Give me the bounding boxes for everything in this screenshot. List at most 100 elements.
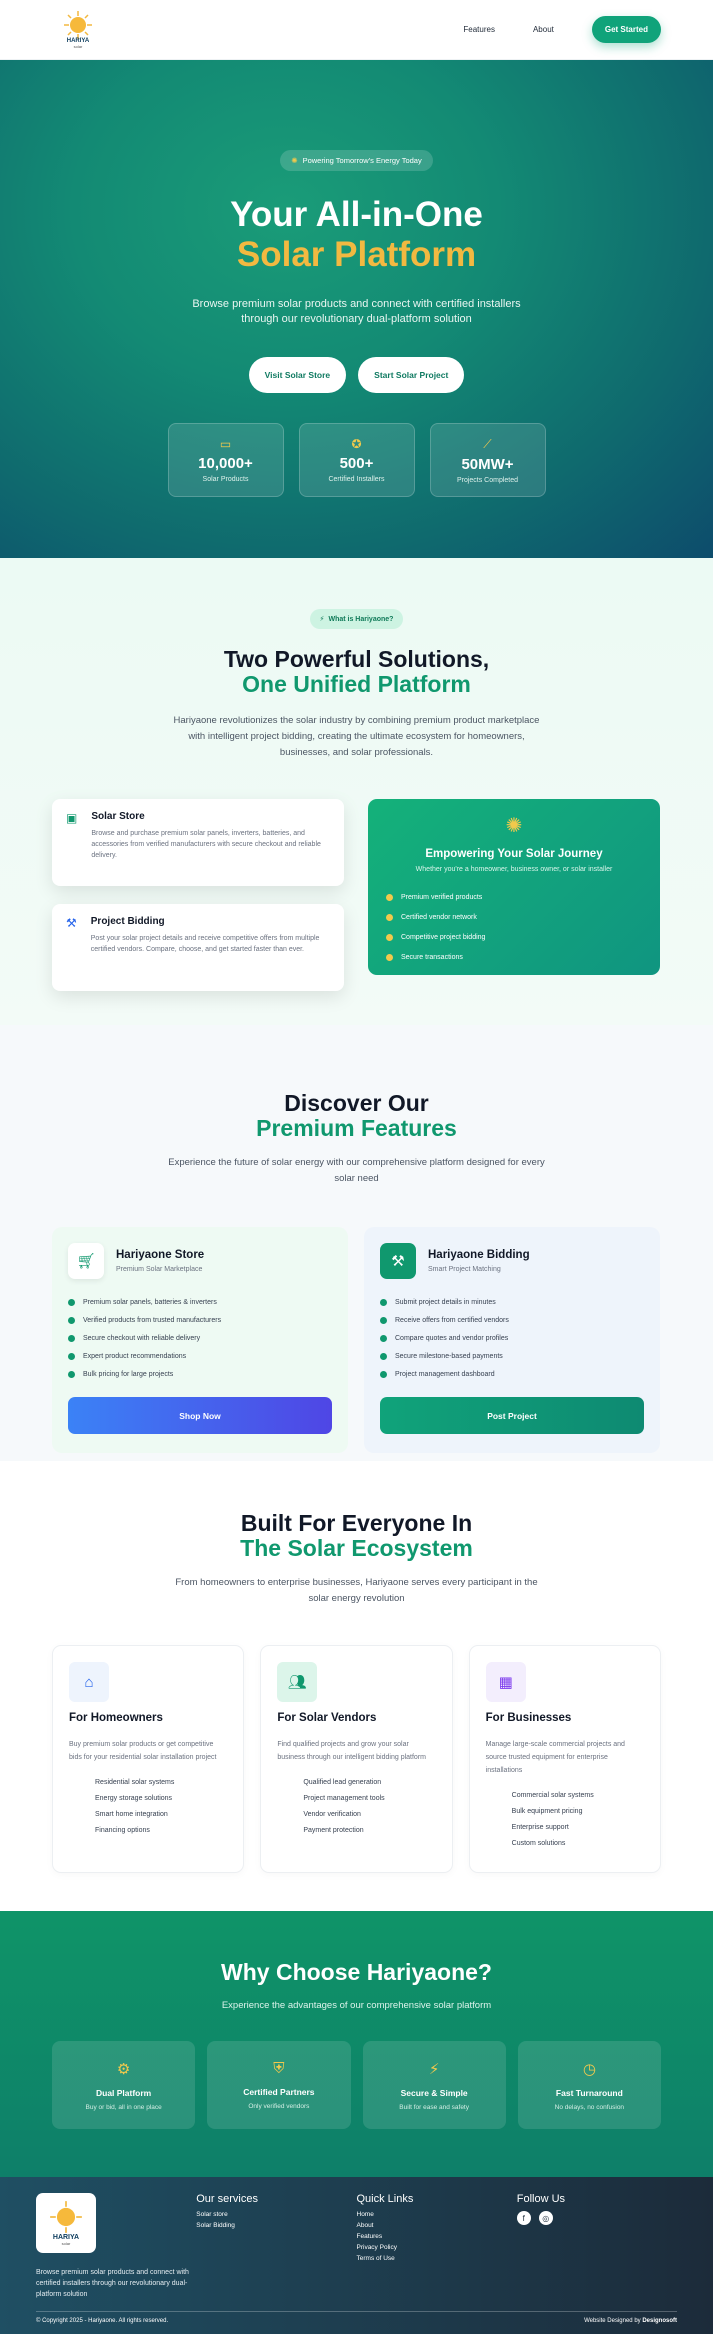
bolt-icon: ⚡ <box>428 2060 440 2078</box>
journey-subtitle: Whether you're a homeowner, business own… <box>415 866 613 873</box>
hero-pill: ✺ Powering Tomorrow's Energy Today <box>280 150 433 171</box>
list-item-text: Premium verified products <box>401 893 483 901</box>
section-title-line1: Two Powerful Solutions, <box>223 646 490 672</box>
project-bidding-card[interactable]: ⚒ Project Bidding Post your solar project … <box>52 904 344 991</box>
list-item: Enterprise support <box>511 1823 569 1831</box>
shop-now-button[interactable]: Shop Now <box>68 1397 332 1434</box>
journey-card: ✺ Empowering Your Solar Journey Whether … <box>368 799 660 975</box>
nav-features[interactable]: Features <box>463 25 495 34</box>
card-desc: Post your solar project details and rece… <box>90 935 320 953</box>
footer-logo[interactable]: HARIYA solar <box>36 2193 96 2253</box>
post-project-button[interactable]: Post Project <box>380 1397 644 1434</box>
footer-link-solar-bidding[interactable]: Solar Bidding <box>196 2222 356 2233</box>
stat-label: Solar Products <box>202 476 249 483</box>
footer-link-terms[interactable]: Terms of Use <box>357 2255 517 2266</box>
footer-brand-sub: solar <box>61 2241 71 2246</box>
features-section: Discover Our Premium Features Experience… <box>0 1025 713 1461</box>
check-icon <box>68 1316 75 1324</box>
section-title-line2: One Unified Platform <box>242 671 471 697</box>
clock-icon: ◷ <box>582 2060 596 2078</box>
why-card: ◷ Fast Turnaround No delays, no confusion <box>517 2041 661 2129</box>
section-subtitle: From homeowners to enterprise businesses… <box>175 1577 538 1604</box>
section-title-line2: Premium Features <box>256 1115 457 1141</box>
list-item: Competitive project bidding <box>386 927 642 947</box>
card-title: Certified Partners <box>243 2087 315 2097</box>
card-desc: Only verified vendors <box>248 2103 310 2110</box>
check-icon <box>68 1334 75 1342</box>
hero-stats: ▭ 10,000+ Solar Products ✪ 500+ Certified In… <box>0 423 713 497</box>
section-title-line1: Discover Our <box>284 1090 429 1116</box>
list-item: Custom solutions <box>511 1839 566 1847</box>
list-item: Project management tools <box>303 1794 385 1802</box>
hero-pill-text: Powering Tomorrow's Energy Today <box>302 156 422 165</box>
brand-sub: solar <box>73 44 83 49</box>
visit-store-button[interactable]: Visit Solar Store <box>248 357 347 393</box>
section-tag-text: What is Hariyaone? <box>328 615 394 623</box>
check-icon <box>380 1316 387 1324</box>
list-item-text: Premium solar panels, batteries & invert… <box>83 1298 217 1306</box>
card-title: For Businesses <box>485 1712 572 1724</box>
card-title: Solar Store <box>91 811 145 822</box>
solar-store-card[interactable]: ▣ Solar Store Browse and purchase premium … <box>52 799 344 886</box>
section-title-line1: Built For Everyone In <box>240 1510 473 1536</box>
card-desc: Manage large-scale commercial projects a… <box>485 1741 625 1774</box>
facebook-icon[interactable]: f <box>516 2211 531 2225</box>
nav-about[interactable]: About <box>533 25 554 34</box>
footer-link-solar-store[interactable]: Solar store <box>196 2211 356 2222</box>
list-item-text: Project management dashboard <box>395 1370 495 1378</box>
copyright: © Copyright 2025 - Hariyaone. All rights… <box>36 2318 169 2324</box>
card-title: For Solar Vendors <box>277 1712 377 1724</box>
list-item: Certified vendor network <box>386 907 642 927</box>
check-icon <box>380 1370 387 1378</box>
card-title: Dual Platform <box>95 2087 152 2098</box>
list-item: Bulk pricing for large projects <box>68 1365 332 1383</box>
check-icon <box>386 913 393 921</box>
main-nav: Features About Get Started <box>463 16 661 43</box>
list-item: Financing options <box>95 1826 150 1834</box>
get-started-button[interactable]: Get Started <box>591 16 661 43</box>
footer-link-home[interactable]: Home <box>357 2211 517 2222</box>
card-desc: Find qualified projects and grow your so… <box>277 1741 426 1761</box>
bolt-icon: ⚡ <box>319 616 325 623</box>
sun-icon: ✺ <box>291 156 298 165</box>
check-icon <box>386 893 393 901</box>
list-item: Expert product recommendations <box>68 1347 332 1365</box>
card-desc: Browse and purchase premium solar panels… <box>91 830 321 859</box>
card-title: Fast Turnaround <box>555 2087 623 2098</box>
users-icon: 👥︎ <box>277 1662 318 1702</box>
bidding-feature-card: ⚒ Hariyaone Bidding Smart Project Matching… <box>364 1227 660 1453</box>
instagram-icon[interactable]: ◎ <box>538 2211 553 2225</box>
sun-icon <box>64 11 92 39</box>
footer-link-features[interactable]: Features <box>357 2233 517 2244</box>
links-title: Quick Links <box>356 2193 414 2205</box>
list-item: Secure transactions <box>386 947 642 967</box>
shield-icon: ⛨ <box>273 2060 285 2077</box>
brand-logo[interactable]: HARIYA solar <box>58 10 98 49</box>
list-item-text: Competitive project bidding <box>401 933 486 941</box>
footer-link-about[interactable]: About <box>357 2222 517 2233</box>
list-item-text: Compare quotes and vendor profiles <box>395 1334 509 1342</box>
battery-icon: ▭ <box>219 437 232 451</box>
list-item-text: Submit project details in minutes <box>395 1298 496 1306</box>
list-item: Qualified lead generation <box>303 1778 382 1786</box>
check-icon <box>380 1352 387 1360</box>
list-item: Compare quotes and vendor profiles <box>380 1329 644 1347</box>
card-desc: Built for ease and safety <box>399 2103 469 2111</box>
designer-link[interactable]: Designosoft <box>642 2318 677 2324</box>
list-item: Bulk equipment pricing <box>511 1807 583 1815</box>
section-tag: ⚡ What is Hariyaone? <box>309 609 404 629</box>
check-icon <box>68 1298 75 1306</box>
check-icon <box>380 1334 387 1342</box>
hammer-icon: ⚒ <box>380 1243 416 1279</box>
card-title: Project Bidding <box>90 916 165 927</box>
why-card: ⛨ Certified Partners Only verified vendors <box>207 2041 351 2129</box>
section-subtitle: Experience the future of solar energy wi… <box>168 1157 545 1184</box>
footer-link-privacy[interactable]: Privacy Policy <box>357 2244 517 2255</box>
businesses-card: ▦ For Businesses Manage large-scale comm… <box>468 1645 661 1873</box>
start-project-button[interactable]: Start Solar Project <box>358 357 465 393</box>
hero-title-line2: Solar Platform <box>236 235 477 274</box>
card-title: Hariyaone Bidding <box>428 1249 530 1261</box>
stat-value: 10,000+ <box>198 455 253 472</box>
footer-brand: HARIYA <box>52 2234 80 2241</box>
card-desc: No delays, no confusion <box>554 2103 625 2111</box>
